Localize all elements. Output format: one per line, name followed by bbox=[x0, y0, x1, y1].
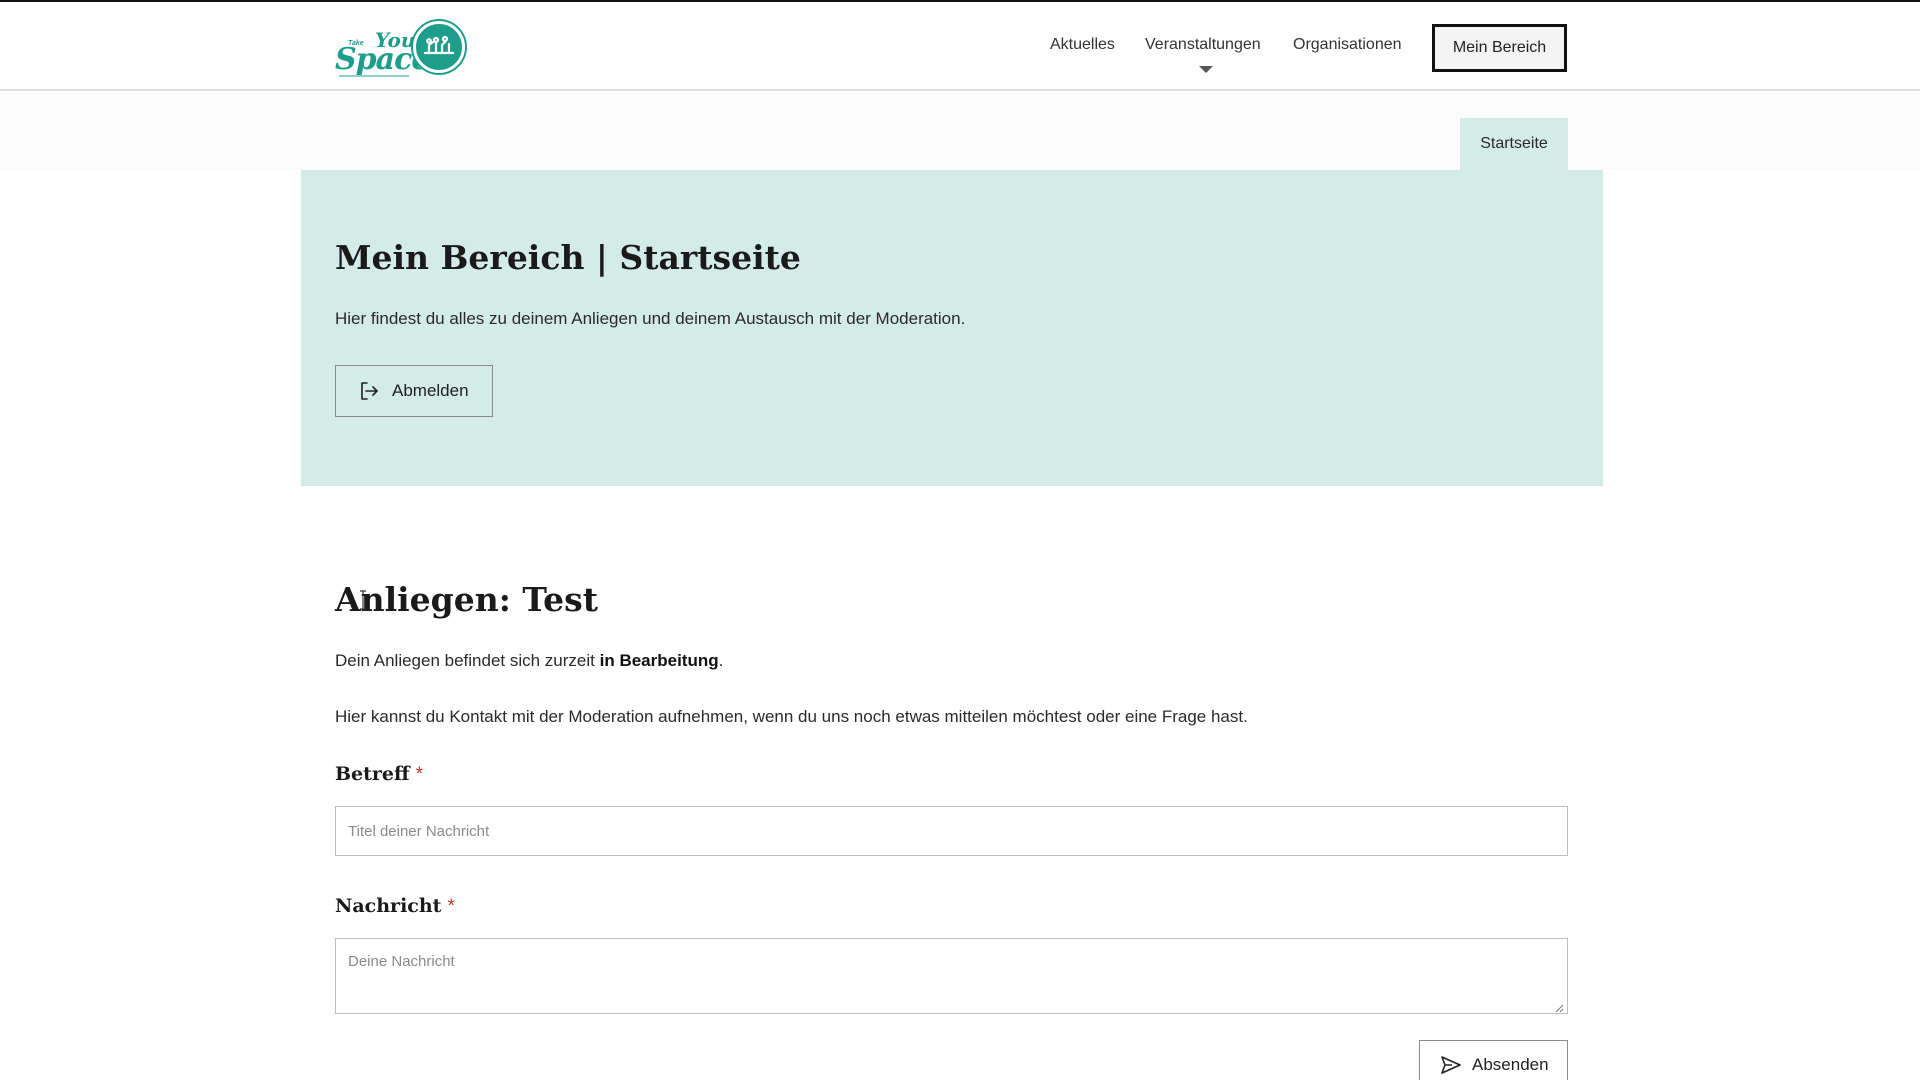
required-mark: * bbox=[415, 764, 424, 785]
required-mark: * bbox=[447, 896, 455, 917]
hero-panel: Mein Bereich | Startseite Hier findest d… bbox=[301, 170, 1603, 486]
resize-handle-icon[interactable] bbox=[1554, 1000, 1564, 1013]
site-header: Take Your Space Aktuelles Veranstaltunge… bbox=[0, 2, 1920, 91]
anliegen-title: Anliegen: Test bbox=[335, 580, 598, 619]
logo-underline bbox=[339, 75, 409, 77]
status-line: Dein Anliegen befindet sich zurzeit in B… bbox=[335, 651, 723, 671]
nachricht-textarea[interactable] bbox=[335, 938, 1568, 1014]
nav-veranstaltungen[interactable]: Veranstaltungen bbox=[1145, 36, 1261, 54]
logout-icon bbox=[358, 380, 380, 402]
tab-startseite[interactable]: Startseite bbox=[1460, 118, 1568, 170]
page-title: Mein Bereich | Startseite bbox=[335, 238, 801, 277]
logout-label: Abmelden bbox=[392, 381, 469, 400]
betreff-input[interactable] bbox=[335, 806, 1568, 856]
contact-info-text: Hier kannst du Kontakt mit der Moderatio… bbox=[335, 707, 1248, 726]
betreff-label: Betreff * bbox=[335, 763, 423, 786]
status-suffix: . bbox=[718, 651, 724, 670]
text-cursor-icon bbox=[359, 590, 367, 610]
breadcrumb-bar bbox=[0, 92, 1920, 170]
nachricht-label: Nachricht * bbox=[335, 895, 455, 918]
mein-bereich-button[interactable]: Mein Bereich bbox=[1432, 24, 1567, 72]
hero-description: Hier findest du alles zu deinem Anliegen… bbox=[335, 309, 966, 328]
logo-emblem-icon bbox=[413, 21, 465, 73]
nachricht-label-text: Nachricht bbox=[335, 895, 442, 917]
betreff-label-text: Betreff bbox=[335, 763, 410, 785]
absenden-button[interactable]: Absenden bbox=[1419, 1040, 1568, 1080]
nav-aktuelles[interactable]: Aktuelles bbox=[1050, 36, 1115, 54]
absenden-label: Absenden bbox=[1472, 1055, 1549, 1074]
logout-button[interactable]: Abmelden bbox=[335, 365, 493, 417]
chevron-down-icon[interactable] bbox=[1199, 66, 1213, 73]
site-logo[interactable]: Take Your Space bbox=[333, 18, 468, 78]
status-prefix: Dein Anliegen befindet sich zurzeit bbox=[335, 651, 600, 670]
nav-organisationen[interactable]: Organisationen bbox=[1293, 36, 1402, 54]
send-icon bbox=[1440, 1055, 1462, 1075]
status-badge: in Bearbeitung bbox=[599, 651, 719, 670]
